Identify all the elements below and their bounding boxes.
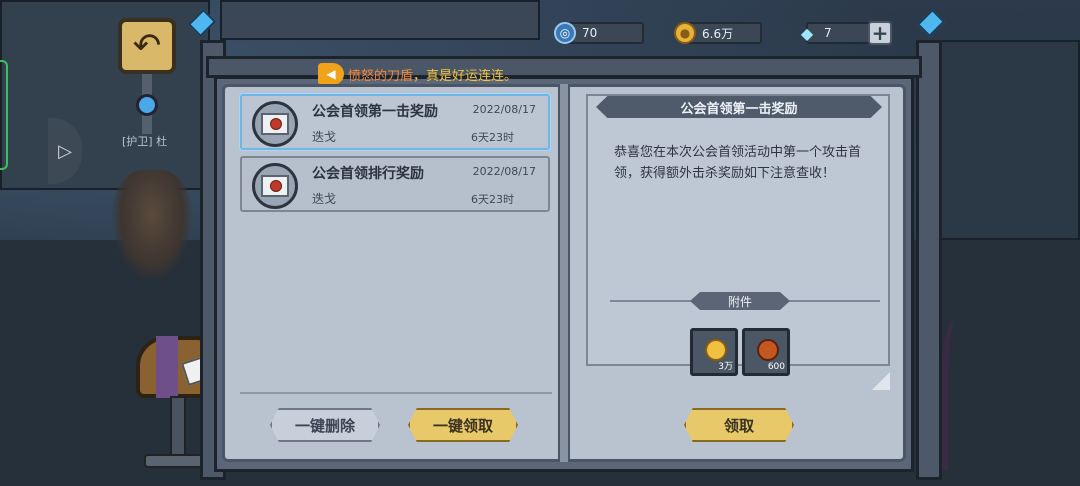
attachment-slot[interactable]: 3万	[690, 328, 738, 376]
board-pillar-right	[916, 40, 942, 480]
notice-text: ，真是好运连连。	[413, 68, 518, 84]
board-top-beam	[206, 56, 922, 78]
mail-expire-time: 6天23时	[471, 193, 514, 206]
energy-value: 70	[582, 26, 598, 40]
mail-date: 2022/08/17	[472, 103, 536, 116]
gold-counter: ● 6.6万	[674, 22, 762, 44]
gold-coin-icon	[705, 339, 727, 361]
book-spine	[558, 84, 570, 462]
mail-title: 公会首领第一击奖励	[312, 104, 438, 120]
wax-seal-icon	[270, 180, 282, 192]
knight-character	[112, 170, 192, 280]
guard-name-label: [护卫] 杜	[122, 135, 168, 148]
detail-title: 公会首领第一击奖励	[596, 96, 882, 118]
back-lamp-button[interactable]: ↶	[118, 8, 176, 148]
scrolling-notice: ◀ 愤怒的刀盾 ，真是好运连连。	[318, 62, 517, 86]
mail-sender: 迭戈	[312, 130, 337, 144]
vine-decoration	[940, 320, 970, 470]
back-arrow-icon: ↶	[118, 18, 176, 74]
mail-expire-time: 6天23时	[471, 131, 514, 144]
detail-body-text: 恭喜您在本次公会首领活动中第一个攻击首领，获得额外击杀奖励如下注意查收！	[614, 145, 862, 181]
mail-title: 公会首领排行奖励	[312, 166, 424, 182]
attachment-quantity: 600	[767, 362, 785, 372]
background-building	[0, 0, 210, 190]
mail-list-item[interactable]: 公会首领排行奖励 2022/08/17 迭戈 6天23时	[240, 156, 550, 212]
mail-date: 2022/08/17	[472, 165, 536, 178]
delete-all-button[interactable]: 一键删除	[270, 408, 380, 442]
attachment-slot[interactable]: 600	[742, 328, 790, 376]
notice-highlight: 愤怒的刀盾	[348, 68, 414, 84]
mail-envelope-icon	[252, 101, 298, 147]
mail-detail-panel	[586, 94, 890, 366]
attachments-label: 附件	[690, 292, 790, 310]
background-building	[940, 40, 1080, 240]
mailbox-band	[156, 336, 178, 398]
energy-orb-icon: ◎	[554, 22, 576, 44]
list-divider	[240, 392, 552, 394]
background-building	[220, 0, 540, 40]
left-edge-tab[interactable]	[0, 60, 8, 170]
claim-button[interactable]: 领取	[684, 408, 794, 442]
attachment-quantity: 3万	[718, 362, 733, 372]
horn-icon: ◀	[318, 63, 344, 85]
mail-list-item[interactable]: 公会首领第一击奖励 2022/08/17 迭戈 6天23时	[240, 94, 550, 150]
mailbox-post	[170, 396, 186, 458]
mail-envelope-icon	[252, 163, 298, 209]
mail-sender: 迭戈	[312, 192, 337, 206]
gold-coin-icon: ●	[674, 22, 696, 44]
energy-counter: ◎ 70	[554, 22, 644, 44]
lamp-gem-icon	[136, 94, 158, 116]
gold-value: 6.6万	[702, 26, 734, 41]
add-gems-button[interactable]: +	[868, 21, 892, 45]
wax-seal-icon	[270, 118, 282, 130]
diamond-icon: ◆	[800, 23, 814, 43]
claim-all-button[interactable]: 一键领取	[408, 408, 518, 442]
gem-value: 7	[824, 26, 832, 40]
guild-crest-icon	[757, 339, 779, 361]
